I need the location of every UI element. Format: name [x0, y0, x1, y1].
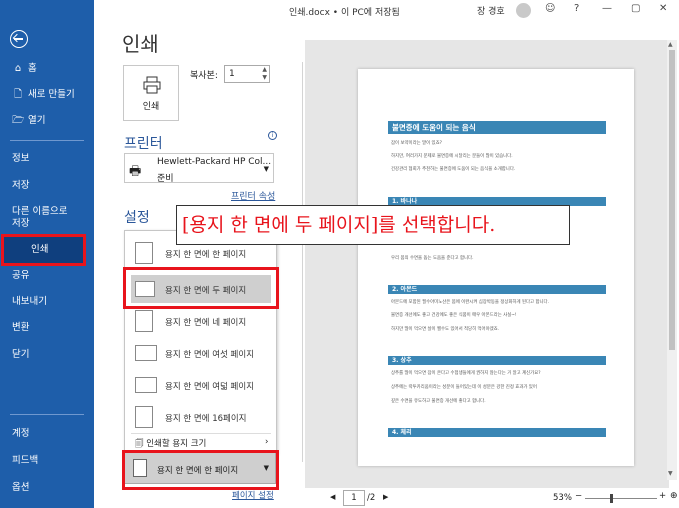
six-pages-icon [135, 345, 157, 361]
four-pages-icon [135, 310, 153, 332]
printer-properties-link[interactable]: 프린터 속성 [231, 189, 275, 202]
nav-options[interactable]: 옵션 [0, 482, 94, 494]
nav-save[interactable]: 저장 [0, 180, 94, 192]
zoom-out-icon[interactable]: − [575, 491, 582, 501]
preview-section-title: 2. 아몬드 [388, 285, 606, 294]
scrollbar-thumb[interactable] [669, 50, 675, 350]
info-icon[interactable]: i [268, 131, 277, 140]
current-page-input[interactable]: 1 [343, 490, 365, 506]
eight-pages-icon [135, 377, 157, 393]
backstage-nav: ⌂ 홈 🗋 새로 만들기 🗁 열기 정보 저장 다른 이름으로 저장 인쇄 공유 내보… [0, 0, 94, 508]
zoom-in-icon[interactable]: + [659, 491, 666, 501]
preview-line: 잠이 보약이라는 말이 있죠? [391, 141, 442, 146]
settings-heading: 설정 [124, 210, 150, 226]
page-setup-link[interactable]: 페이지 설정 [232, 489, 274, 501]
preview-line: 하지만, 여러가지 문제로 불면증에 시달리는 분들이 많이 있습니다. [391, 154, 513, 159]
back-arrow-icon[interactable] [10, 30, 28, 48]
printer-heading: 프린터 [124, 136, 163, 152]
nav-account[interactable]: 계정 [0, 428, 94, 440]
help-icon[interactable]: ? [574, 3, 579, 14]
nav-home[interactable]: ⌂ 홈 [0, 63, 94, 75]
previous-page-icon[interactable]: ◀ [330, 493, 335, 501]
preview-line: 상추를 많이 먹으면 잠이 온다고 수험생들에게 권하지 않는다는 거 알고 계… [391, 371, 541, 376]
highlight-selected-option [123, 267, 279, 309]
printer-name: Hewlett-Packard HP Col... [157, 157, 272, 167]
zoom-level[interactable]: 53% [553, 493, 572, 503]
nav-close[interactable]: 닫기 [0, 349, 94, 361]
nav-new[interactable]: 🗋 새로 만들기 [0, 89, 94, 101]
preview-line: 깊은 수면을 유도하고 불면증 개선에 좋다고 합니다. [391, 399, 486, 404]
close-icon[interactable]: ✕ [659, 3, 667, 14]
nav-transform[interactable]: 변환 [0, 322, 94, 334]
title-bar: 인쇄.docx • 이 PC에 저장됨 장 경호 ☺ ? — ▢ ✕ [94, 0, 679, 22]
new-document-icon: 🗋 [13, 89, 23, 100]
preview-section-title: 3. 상추 [388, 356, 606, 365]
option-4-pages[interactable]: 용지 한 면에 네 페이지 [131, 307, 271, 335]
panel-divider [302, 62, 303, 462]
preview-title: 불면증에 도움이 되는 음식 [388, 121, 606, 134]
page-title: 인쇄 [122, 32, 159, 56]
feedback-icon[interactable]: ☺ [545, 3, 555, 14]
preview-line: 하지만 많이 먹으면 살이 찔수도 있어서 적당히 먹어야겠죠. [391, 327, 500, 332]
preview-line: 건강관리 협회가 추천하는 불면증에 도움이 되는 음식을 소개합니다. [391, 167, 516, 172]
nav-share[interactable]: 공유 [0, 270, 94, 282]
restore-icon[interactable]: ▢ [631, 3, 640, 14]
preview-section-title: 4. 체리 [388, 428, 606, 437]
fit-page-icon[interactable]: ⊕ [670, 491, 678, 501]
print-button[interactable]: 인쇄 [123, 65, 179, 121]
preview-line: 상추에는 락투카리움이라는 성분이 들어있는데 이 성분은 강한 진정 효과가 … [391, 385, 537, 390]
scroll-down-icon[interactable]: ▼ [668, 470, 673, 477]
preview-line: 아몬드에 포함된 필수아미노산은 몸에 이완시켜 심장박동을 정상화하게 된다고… [391, 300, 549, 305]
folder-open-icon: 🗁 [12, 115, 25, 126]
spinner-icon[interactable]: ▲ ▼ [262, 66, 267, 82]
preview-footer: ◀ 1 /2 ▶ 53% − + ⊕ [305, 488, 679, 508]
chevron-right-icon: › [265, 437, 269, 447]
dropdown-divider [131, 433, 271, 434]
home-icon: ⌂ [14, 63, 22, 74]
printer-status: 준비 [157, 174, 174, 184]
instruction-callout: [용지 한 면에 두 페이지]를 선택합니다. [176, 205, 570, 245]
nav-print[interactable]: 인쇄 [1, 234, 86, 266]
minimize-icon[interactable]: — [602, 3, 612, 14]
avatar[interactable] [516, 3, 531, 18]
pages-per-sheet-dropdown: 용지 한 면에 한 페이지 용지 한 면에 두 페이지 용지 한 면에 네 페이… [124, 230, 277, 454]
option-6-pages[interactable]: 용지 한 면에 여섯 페이지 [131, 339, 271, 367]
highlight-pages-per-sheet [122, 450, 279, 490]
nav-info[interactable]: 정보 [0, 153, 94, 165]
printer-icon [143, 76, 161, 94]
print-button-label: 인쇄 [142, 102, 160, 112]
copies-input[interactable]: 1 ▲ ▼ [224, 65, 270, 83]
preview-line: 우리 몸의 수면을 돕는 도움을 준다고 합니다. [391, 256, 474, 261]
option-16-pages[interactable]: 용지 한 면에 16페이지 [131, 403, 271, 431]
copies-label: 복사본: [190, 71, 218, 81]
preview-scrollbar[interactable]: ▲ ▼ [667, 40, 677, 480]
total-pages: /2 [367, 493, 376, 503]
option-8-pages[interactable]: 용지 한 면에 여덟 페이지 [131, 371, 271, 399]
next-page-icon[interactable]: ▶ [383, 493, 388, 501]
document-title: 인쇄.docx • 이 PC에 저장됨 [289, 8, 400, 18]
nav-feedback[interactable]: 피드백 [0, 455, 94, 467]
one-page-icon [135, 242, 153, 264]
chevron-down-icon: ▼ [263, 165, 269, 173]
nav-divider [10, 140, 84, 141]
user-name[interactable]: 장 경호 [477, 4, 505, 17]
nav-save-as[interactable]: 다른 이름으로 저장 [0, 206, 94, 230]
preview-line: 불면증 개선에도 좋고 건강에도 좋은 식품이 매우 아몬드라는 사실~! [391, 313, 517, 318]
zoom-slider[interactable] [585, 498, 657, 499]
nav-divider [10, 414, 84, 415]
scroll-up-icon[interactable]: ▲ [668, 41, 673, 48]
nav-export[interactable]: 내보내기 [0, 296, 94, 308]
nav-open[interactable]: 🗁 열기 [0, 115, 94, 127]
printer-device-icon: 🖶 [129, 164, 142, 179]
sixteen-pages-icon [135, 406, 153, 428]
paper-size-icon: 🗐 [135, 439, 144, 449]
zoom-slider-knob[interactable] [610, 494, 613, 503]
printer-select[interactable]: 🖶 Hewlett-Packard HP Col... 준비 ▼ [124, 153, 274, 184]
